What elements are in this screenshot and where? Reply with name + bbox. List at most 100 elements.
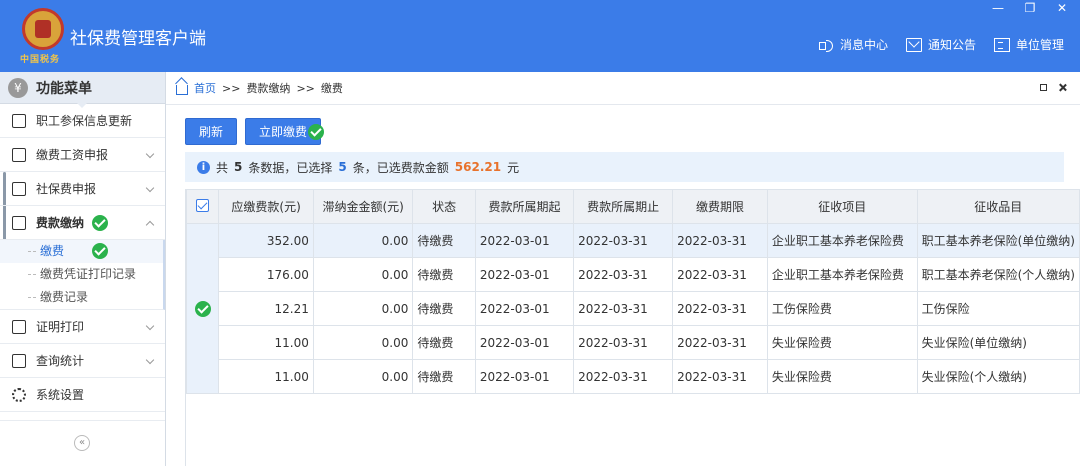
- minimize-button[interactable]: —: [990, 0, 1006, 18]
- sidebar-item-system-settings[interactable]: 系统设置: [0, 378, 165, 412]
- table-cell: 2022-03-31: [573, 291, 674, 326]
- table-row[interactable]: 352.00 0.00 待缴费 2022-03-01 2022-03-31 20…: [186, 223, 1080, 394]
- table-cell: 2022-03-31: [573, 359, 674, 394]
- table-cell: 2022-03-01: [474, 257, 575, 292]
- summary-mid1: 条数据，已选择: [248, 160, 333, 175]
- chevron-down-icon: [145, 149, 155, 159]
- column-header: 征收项目: [766, 189, 918, 224]
- table-cell: 工伤保险费: [766, 291, 918, 326]
- check-circle-icon: [92, 215, 108, 231]
- breadcrumb-separator: >>: [296, 81, 315, 95]
- table-row[interactable]: 176.00 0.00 待缴费 2022-03-01 2022-03-31 20…: [187, 257, 1080, 292]
- table-cell: 失业保险费: [766, 359, 918, 394]
- table-cell: 失业保险(个人缴纳): [916, 359, 1080, 394]
- app-title: 社保费管理客户端: [70, 29, 206, 49]
- column-header: 费款所属期起: [474, 189, 575, 224]
- breadcrumb: 首页 >> 费款缴纳 >> 缴费: [166, 72, 1080, 105]
- table-cell: 失业保险(单位缴纳): [916, 325, 1080, 360]
- submenu-item-voucher-print-records[interactable]: 缴费凭证打印记录: [0, 263, 163, 286]
- check-circle-icon: [92, 243, 108, 259]
- submenu-item-label: 缴费: [40, 244, 65, 258]
- announcements-link[interactable]: 通知公告: [905, 36, 976, 53]
- payment-table: 应缴费款(元) 滞纳金金额(元) 状态 费款所属期起 费款所属期止 缴费期限 征…: [186, 189, 1080, 394]
- book-icon: [12, 215, 26, 230]
- table-cell: 11.00: [218, 325, 314, 360]
- unit-management-link[interactable]: 单位管理: [993, 36, 1064, 53]
- sidebar-item-social-fee-declaration[interactable]: 社保费申报: [0, 172, 165, 206]
- sidebar-item-fee-payment[interactable]: 费款缴纳: [0, 206, 165, 240]
- print-icon: [12, 319, 26, 334]
- column-header: 费款所属期止: [573, 189, 674, 224]
- table-cell: 待缴费: [412, 325, 476, 360]
- app-header: 中国税务 社保费管理客户端 — ❐ ✕ 消息中心 通知公告 单位管理: [0, 0, 1080, 72]
- sidebar-item-insured-info-update[interactable]: 职工参保信息更新: [0, 104, 165, 138]
- restore-button[interactable]: ❐: [1022, 0, 1038, 18]
- breadcrumb-level1: 费款缴纳: [246, 82, 291, 95]
- maximize-panel-icon[interactable]: [1040, 84, 1047, 91]
- summary-prefix: 共: [216, 160, 229, 175]
- main-panel: 首页 >> 费款缴纳 >> 缴费 刷新 立即缴费 i 共 5 条数据，已选择 5…: [166, 72, 1080, 466]
- select-all-checkbox[interactable]: [196, 198, 210, 212]
- table-cell: 2022-03-31: [672, 325, 768, 360]
- gear-icon: [12, 387, 26, 402]
- sidebar-item-label: 职工参保信息更新: [36, 114, 133, 128]
- table-row[interactable]: 11.00 0.00 待缴费 2022-03-01 2022-03-31 202…: [187, 325, 1080, 360]
- edit-icon: [12, 147, 26, 162]
- breadcrumb-level2: 缴费: [320, 82, 343, 95]
- submenu-item-payment[interactable]: 缴费: [0, 240, 163, 263]
- summary-total: 5: [234, 160, 243, 174]
- table-cell: 待缴费: [412, 291, 476, 326]
- table-cell: 352.00: [218, 223, 314, 258]
- summary-amount: 562.21: [454, 160, 502, 174]
- table-cell: 0.00: [312, 359, 414, 394]
- payment-table-container[interactable]: 应缴费款(元) 滞纳金金额(元) 状态 费款所属期起 费款所属期止 缴费期限 征…: [185, 189, 1080, 466]
- info-icon: i: [197, 160, 210, 174]
- panel-controls: [1040, 84, 1066, 91]
- refresh-button[interactable]: 刷新: [185, 118, 237, 145]
- close-panel-icon[interactable]: [1059, 84, 1066, 91]
- row-select-cell[interactable]: [186, 223, 220, 394]
- table-cell: 2022-03-01: [474, 223, 575, 258]
- yen-icon: ¥: [8, 77, 28, 98]
- table-cell: 2022-03-01: [474, 291, 575, 326]
- building-icon: [993, 37, 1010, 52]
- table-cell: 176.00: [218, 257, 314, 292]
- sidebar-item-certificate-print[interactable]: 证明打印: [0, 310, 165, 344]
- message-center-link[interactable]: 消息中心: [818, 36, 888, 53]
- table-cell: 0.00: [312, 257, 414, 292]
- table-cell: 待缴费: [412, 257, 476, 292]
- breadcrumb-separator: >>: [222, 81, 241, 95]
- collapse-sidebar-button[interactable]: «: [74, 435, 90, 451]
- chart-icon: [12, 353, 26, 368]
- summary-mid2: 条，已选费款金额: [352, 160, 449, 175]
- sidebar-item-label: 社保费申报: [36, 182, 97, 196]
- sidebar-item-query-statistics[interactable]: 查询统计: [0, 344, 165, 378]
- sidebar-item-label: 缴费工资申报: [36, 148, 109, 162]
- table-cell: 2022-03-01: [474, 325, 575, 360]
- home-icon: [176, 85, 188, 95]
- column-header: 滞纳金金额(元): [312, 189, 414, 224]
- submenu-item-payment-records[interactable]: 缴费记录: [0, 286, 163, 309]
- sidebar-item-label: 证明打印: [36, 320, 85, 334]
- sidebar-item-wage-declaration[interactable]: 缴费工资申报: [0, 138, 165, 172]
- table-cell: 2022-03-31: [573, 223, 674, 258]
- table-row[interactable]: 12.21 0.00 待缴费 2022-03-01 2022-03-31 202…: [187, 291, 1080, 326]
- sidebar: ¥ 功能菜单 职工参保信息更新 缴费工资申报 社保费申报 费款缴纳 缴费 缴费凭…: [0, 72, 166, 466]
- table-cell: 2022-03-31: [573, 257, 674, 292]
- table-cell: 失业保险费: [766, 325, 918, 360]
- sidebar-footer: «: [0, 420, 165, 466]
- sidebar-item-label: 查询统计: [36, 354, 85, 368]
- column-header: 征收品目: [916, 189, 1080, 224]
- table-cell: 0.00: [312, 291, 414, 326]
- table-row[interactable]: 11.00 0.00 待缴费 2022-03-01 2022-03-31 202…: [187, 359, 1080, 394]
- submenu-item-label: 缴费凭证打印记录: [40, 267, 137, 281]
- close-button[interactable]: ✕: [1054, 0, 1070, 18]
- table-cell: 2022-03-31: [672, 257, 768, 292]
- table-cell: 职工基本养老保险(个人缴纳): [916, 257, 1080, 292]
- breadcrumb-home-link[interactable]: 首页: [194, 80, 216, 96]
- unit-management-label: 单位管理: [1015, 38, 1064, 52]
- table-cell: 12.21: [218, 291, 314, 326]
- logo-subtitle: 中国税务: [20, 55, 61, 65]
- column-header: 应缴费款(元): [218, 189, 314, 224]
- message-center-label: 消息中心: [839, 38, 888, 52]
